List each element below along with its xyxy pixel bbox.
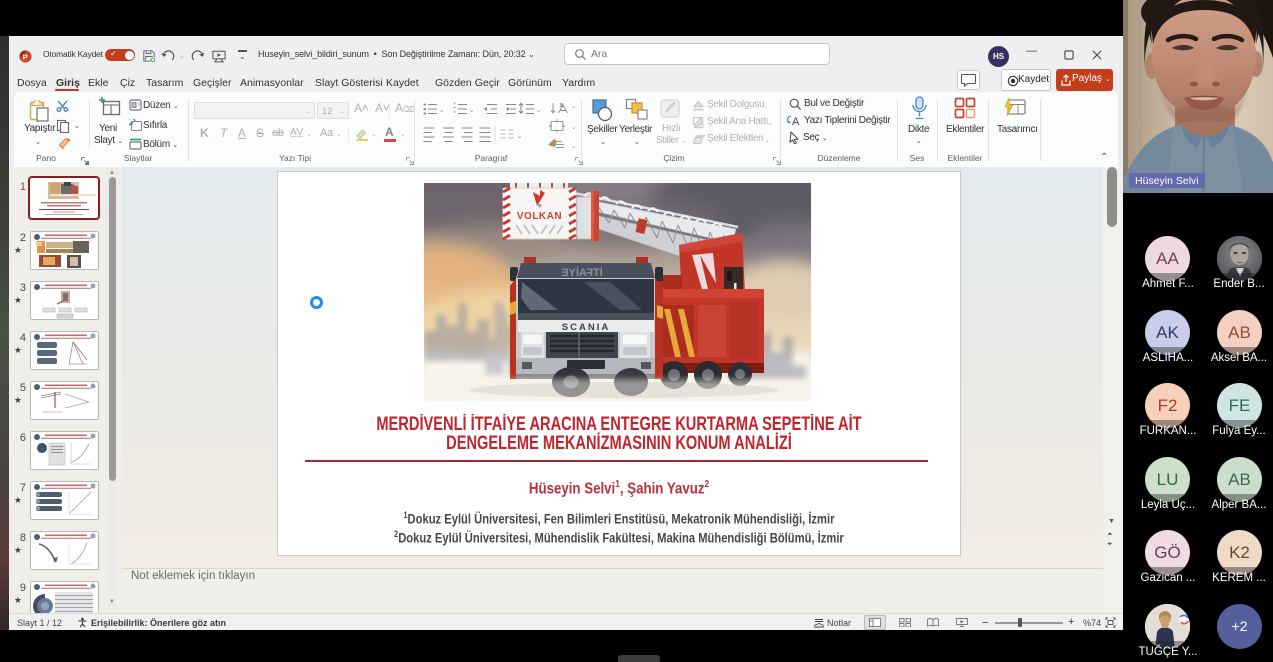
- svg-text:A: A: [792, 116, 800, 127]
- svg-text:⌄: ⌄: [536, 107, 541, 114]
- svg-text:SCANIA: SCANIA: [562, 322, 610, 333]
- svg-text:VOLKAN: VOLKAN: [517, 211, 562, 222]
- svg-text:⌄: ⌄: [571, 124, 576, 131]
- svg-text:⌄: ⌄: [571, 103, 576, 110]
- svg-text:⌄: ⌄: [469, 107, 474, 114]
- svg-text:P: P: [23, 52, 28, 61]
- svg-text:⌄: ⌄: [517, 133, 522, 140]
- svg-text:⌄: ⌄: [439, 107, 444, 114]
- svg-text:⌄: ⌄: [571, 143, 576, 150]
- svg-text:İTFAİYE: İTFAİYE: [561, 266, 603, 279]
